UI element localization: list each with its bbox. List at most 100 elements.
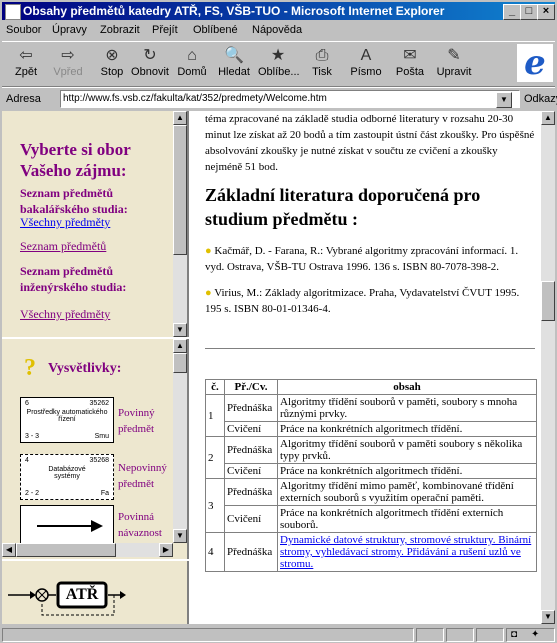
status-pane — [416, 628, 444, 642]
bachelor-all-link[interactable]: Všechny předměty — [20, 215, 110, 230]
question-icon: ? — [24, 355, 36, 381]
p-smo-button[interactable]: A Písmo — [346, 46, 386, 84]
engineering-heading: Seznam předmětů inženýrského studia: — [20, 264, 127, 294]
toolbar-label: Stop — [100, 66, 124, 78]
legend-required-label: Povinný předmět — [118, 407, 155, 435]
legend-box-required: 6 35262 Prostředky automatického řízení … — [20, 397, 114, 443]
menu-oblibene[interactable]: Oblíbené — [193, 24, 238, 36]
legend-vscrollbar[interactable]: ▲ ▼ — [173, 339, 187, 543]
toolbar-label: Obnovit — [131, 66, 169, 78]
forward-icon: ⇨ — [61, 47, 75, 64]
legend-box-optional: 4 35268 Databázové systémy 2 - 2 Fa — [20, 454, 114, 500]
maximize-button[interactable]: □ — [520, 4, 538, 20]
scroll-thumb[interactable] — [541, 281, 555, 321]
mail-icon: ✉ — [403, 47, 417, 64]
toolbar: ⇦ Zpět ⇨ Vpřed ⊗ Stop ↻ Obnovit ⌂ Domů 🔍 Hledat ★ Obl… — [2, 41, 555, 87]
scroll-down-icon[interactable]: ▼ — [173, 323, 187, 337]
menu-zobrazit[interactable]: Zobrazit — [100, 24, 140, 36]
header-number: č. — [205, 379, 225, 395]
obnovit-button[interactable]: ↻ Obnovit — [130, 46, 170, 84]
toolbar-label: Vpřed — [53, 66, 83, 78]
ie-window-icon[interactable] — [5, 4, 21, 20]
legend-title: Vysvětlivky: — [48, 361, 122, 376]
legend-hscrollbar[interactable]: ◀ ▶ — [2, 543, 173, 557]
menu-prejit[interactable]: Přejít — [152, 24, 178, 36]
tisk-button[interactable]: ⎙ Tisk — [302, 46, 342, 84]
upravit-button[interactable]: ✎ Upravit — [434, 46, 474, 84]
menu-soubor[interactable]: Soubor — [6, 24, 41, 36]
font-icon: A — [360, 47, 372, 64]
scroll-left-icon[interactable]: ◀ — [2, 543, 16, 557]
menu-bar: Soubor Úpravy Zobrazit Přejít Oblíbené N… — [2, 21, 555, 39]
literature-item: ● Kačmář, D. - Farana, R.: Vybrané algor… — [205, 245, 519, 273]
bachelor-heading: Seznam předmětů bakalářského studia: — [20, 186, 128, 216]
table-row: Cvičení Práce na konkrétních algoritmech… — [206, 505, 537, 533]
close-button[interactable]: × — [537, 4, 555, 20]
table-row: Cvičení Práce na konkrétních algoritmech… — [206, 421, 537, 437]
table-row: 4 Přednáška Dynamické datové struktury, … — [205, 532, 537, 572]
header-content: obsah — [277, 379, 537, 395]
scroll-down-icon[interactable]: ▼ — [173, 529, 187, 543]
toolbar-label: Hledat — [218, 66, 250, 78]
table-row: 3 Přednáška Algoritmy třídění mimo paměť… — [205, 478, 537, 533]
logo-text: ATŘ — [65, 586, 99, 603]
vp-ed-button[interactable]: ⇨ Vpřed — [48, 46, 88, 84]
obl-be-button[interactable]: ★ Oblíbe... — [258, 46, 300, 84]
scroll-up-icon[interactable]: ▲ — [173, 111, 187, 125]
scroll-thumb[interactable] — [173, 353, 187, 373]
toolbar-label: Domů — [177, 66, 207, 78]
table-row: 1 Přednáška Algoritmy třídění souborů v … — [205, 394, 537, 437]
legend-optional-label: Nepovinný předmět — [118, 462, 167, 490]
scroll-right-icon[interactable]: ▶ — [159, 543, 173, 557]
hledat-button[interactable]: 🔍 Hledat — [214, 46, 254, 84]
scroll-down-icon[interactable]: ▼ — [541, 610, 555, 624]
zp-t-button[interactable]: ⇦ Zpět — [6, 46, 46, 84]
main-scrollbar[interactable]: ▲ ▼ — [541, 111, 555, 624]
menu-upravy[interactable]: Úpravy — [52, 24, 87, 36]
address-dropdown-icon[interactable]: ▼ — [496, 92, 512, 108]
table-row: Cvičení Práce na konkrétních algoritmech… — [206, 463, 537, 479]
menu-napoveda[interactable]: Nápověda — [252, 24, 302, 36]
favorites-icon: ★ — [270, 47, 286, 64]
stop-button[interactable]: ⊗ Stop — [92, 46, 132, 84]
literature-item: ● Virius, M.: Základy algoritmizace. Pra… — [205, 287, 520, 315]
nav-scrollbar[interactable]: ▲ ▼ — [173, 111, 187, 337]
intro-paragraph: téma zpracované na základě studia odborn… — [205, 113, 535, 173]
window-title: Obsahy předmětů katedry ATŘ, FS, VŠB-TUO… — [23, 4, 445, 18]
minimize-button[interactable]: _ — [503, 4, 521, 20]
edit-icon: ✎ — [447, 47, 461, 64]
po-ta-button[interactable]: ✉ Pošta — [390, 46, 430, 84]
legend-frame: ? Vysvětlivky: 6 35262 Prostředky automa… — [2, 339, 189, 559]
links-button[interactable]: Odkazy — [524, 93, 557, 105]
logo-frame: ATŘ — [2, 561, 189, 624]
stop-icon: ⊗ — [105, 47, 119, 64]
ie-logo-icon: e — [517, 44, 553, 82]
separator — [205, 348, 535, 350]
browser-window: Obsahy předmětů katedry ATŘ, FS, VŠB-TUO… — [0, 0, 557, 643]
toolbar-label: Pošta — [395, 66, 425, 78]
dom-button[interactable]: ⌂ Domů — [172, 46, 212, 84]
status-pane — [446, 628, 474, 642]
nav-frame: Vyberte si obor Vašeho zájmu: Seznam pře… — [2, 111, 189, 337]
page-content: Vyberte si obor Vašeho zájmu: Seznam pře… — [2, 111, 555, 624]
topic-link[interactable]: Dynamické datové struktury, stromové str… — [277, 532, 537, 572]
toolbar-label: Tisk — [312, 66, 332, 78]
header-type: Př./Cv. — [224, 379, 278, 395]
bullet-icon: ● — [205, 287, 212, 299]
engineering-all-link[interactable]: Všechny předměty — [20, 307, 110, 322]
title-bar: Obsahy předmětů katedry ATŘ, FS, VŠB-TUO… — [2, 2, 555, 20]
address-bar: Adresa http://www.fs.vsb.cz/fakulta/kat/… — [2, 87, 557, 110]
table-header-row: č. Př./Cv. obsah — [205, 379, 537, 395]
scroll-up-icon[interactable]: ▲ — [541, 111, 555, 125]
scroll-thumb[interactable] — [173, 125, 187, 255]
zone-pane: ◘ ✦ — [506, 628, 555, 642]
literature-list: ● Kačmář, D. - Farana, R.: Vybrané algor… — [205, 243, 535, 317]
legend-arrow-box — [20, 505, 114, 547]
scroll-thumb[interactable] — [16, 543, 116, 557]
scroll-up-icon[interactable]: ▲ — [173, 339, 187, 353]
status-text-pane — [2, 628, 414, 642]
bachelor-list-link[interactable]: Seznam předmětů — [20, 239, 106, 254]
toolbar-label: Upravit — [436, 66, 472, 78]
main-frame: téma zpracované na základě studia odborn… — [189, 111, 555, 624]
address-input[interactable]: http://www.fs.vsb.cz/fakulta/kat/352/pre… — [60, 90, 520, 108]
